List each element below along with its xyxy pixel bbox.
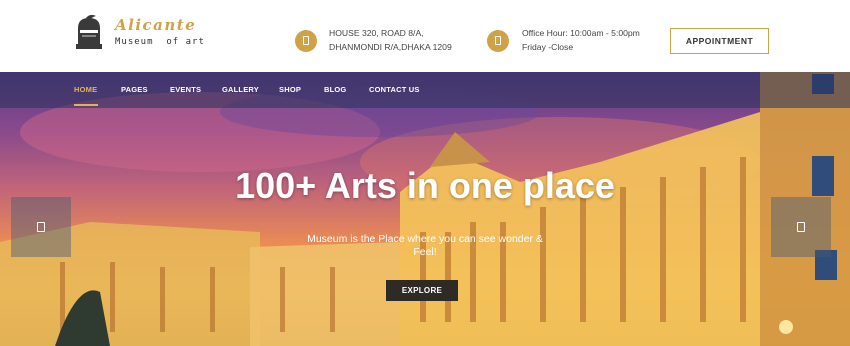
explore-button[interactable]: EXPLORE	[386, 280, 458, 301]
brand-title[interactable]: Alicante	[115, 16, 196, 34]
hero-title: 100+ Arts in one place	[235, 165, 615, 206]
phone-icon	[487, 30, 509, 52]
phone-icon	[295, 30, 317, 52]
address-line-2: DHANMONDI R/A,DHAKA 1209	[329, 42, 452, 52]
nav-item-contact-us[interactable]: CONTACT US	[369, 85, 420, 94]
knight-helmet-icon[interactable]	[72, 14, 106, 50]
appointment-button[interactable]: APPOINTMENT	[670, 28, 769, 54]
nav-item-home[interactable]: HOME	[74, 85, 97, 94]
nav-item-pages[interactable]: PAGES	[121, 85, 148, 94]
hero-subtitle: Museum is the Place where you can see wo…	[307, 233, 543, 258]
header-bar: Alicante Museum of art HOUSE 320, ROAD 8…	[0, 0, 850, 72]
hero-background-image	[0, 72, 850, 346]
slider-prev-button[interactable]	[11, 197, 71, 257]
arrow-right-icon	[797, 222, 805, 232]
slider-next-button[interactable]	[771, 197, 831, 257]
nav-item-gallery[interactable]: GALLERY	[222, 85, 259, 94]
nav-item-shop[interactable]: SHOP	[279, 85, 301, 94]
arrow-left-icon	[37, 222, 45, 232]
brand-subtitle: Museum of art	[115, 37, 205, 47]
main-nav: HOME PAGES EVENTS GALLERY SHOP BLOG CONT…	[0, 72, 850, 108]
nav-item-events[interactable]: EVENTS	[170, 85, 201, 94]
nav-item-blog[interactable]: BLOG	[324, 85, 346, 94]
nav-active-indicator	[74, 104, 98, 106]
office-hours-line-2: Friday -Close	[522, 42, 574, 52]
hero-slider	[0, 72, 850, 346]
